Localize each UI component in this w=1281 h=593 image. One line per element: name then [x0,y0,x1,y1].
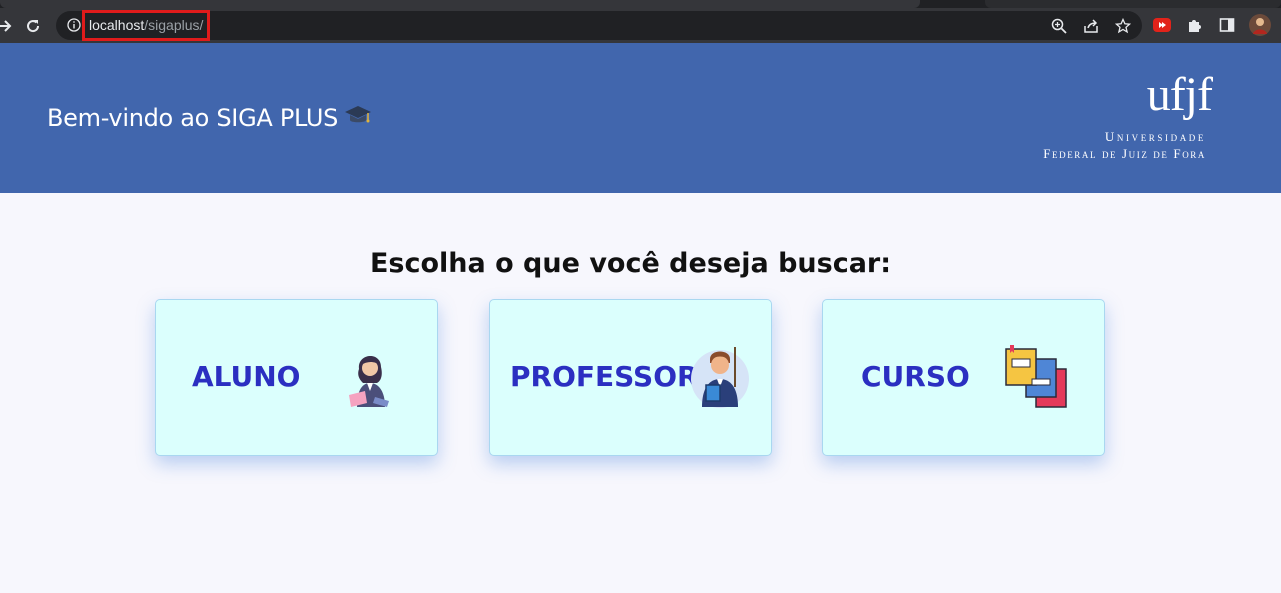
reload-icon[interactable] [23,16,43,36]
active-tab[interactable] [0,0,920,8]
side-panel-icon[interactable] [1218,16,1236,34]
logo-mark: ufjf [1146,68,1213,121]
address-bar[interactable]: localhost/sigaplus/ [56,10,1142,41]
info-icon[interactable] [67,18,81,37]
graduation-cap-icon [344,104,372,132]
youtube-extension-icon[interactable] [1153,16,1171,34]
puzzle-icon[interactable] [1186,16,1204,34]
url-text[interactable]: localhost/sigaplus/ [89,17,203,33]
site-header: Bem-vindo ao SIGA PLUS ufjf Universidade… [0,43,1281,193]
share-icon[interactable] [1082,17,1100,35]
browser-toolbar: localhost/sigaplus/ [0,8,1281,43]
card-label: PROFESSOR [510,360,699,393]
logo-line-1: Universidade [1104,129,1206,144]
background-tab[interactable] [985,0,1281,8]
card-label: ALUNO [192,360,301,393]
url-host: localhost [89,17,145,33]
tab-strip [0,0,1281,8]
books-icon [1004,345,1068,411]
profile-avatar[interactable] [1249,14,1271,36]
star-icon[interactable] [1114,17,1132,35]
page-title: Escolha o que você deseja buscar: [369,248,892,279]
welcome-heading: Bem-vindo ao SIGA PLUS [47,104,372,132]
card-professor[interactable]: PROFESSOR [489,299,772,456]
student-icon [339,345,403,411]
back-arrow-icon[interactable] [0,16,14,36]
url-path: /sigaplus/ [144,17,204,33]
card-aluno[interactable]: ALUNO [155,299,438,456]
teacher-icon [688,343,752,409]
card-curso[interactable]: CURSO [822,299,1105,456]
welcome-text: Bem-vindo ao SIGA PLUS [47,104,339,132]
zoom-icon[interactable] [1050,17,1068,35]
logo-line-2: Federal de Juiz de Fora [1043,146,1206,161]
card-label: CURSO [861,360,970,393]
ufjf-logo: ufjf Universidade Federal de Juiz de For… [1008,71,1218,166]
